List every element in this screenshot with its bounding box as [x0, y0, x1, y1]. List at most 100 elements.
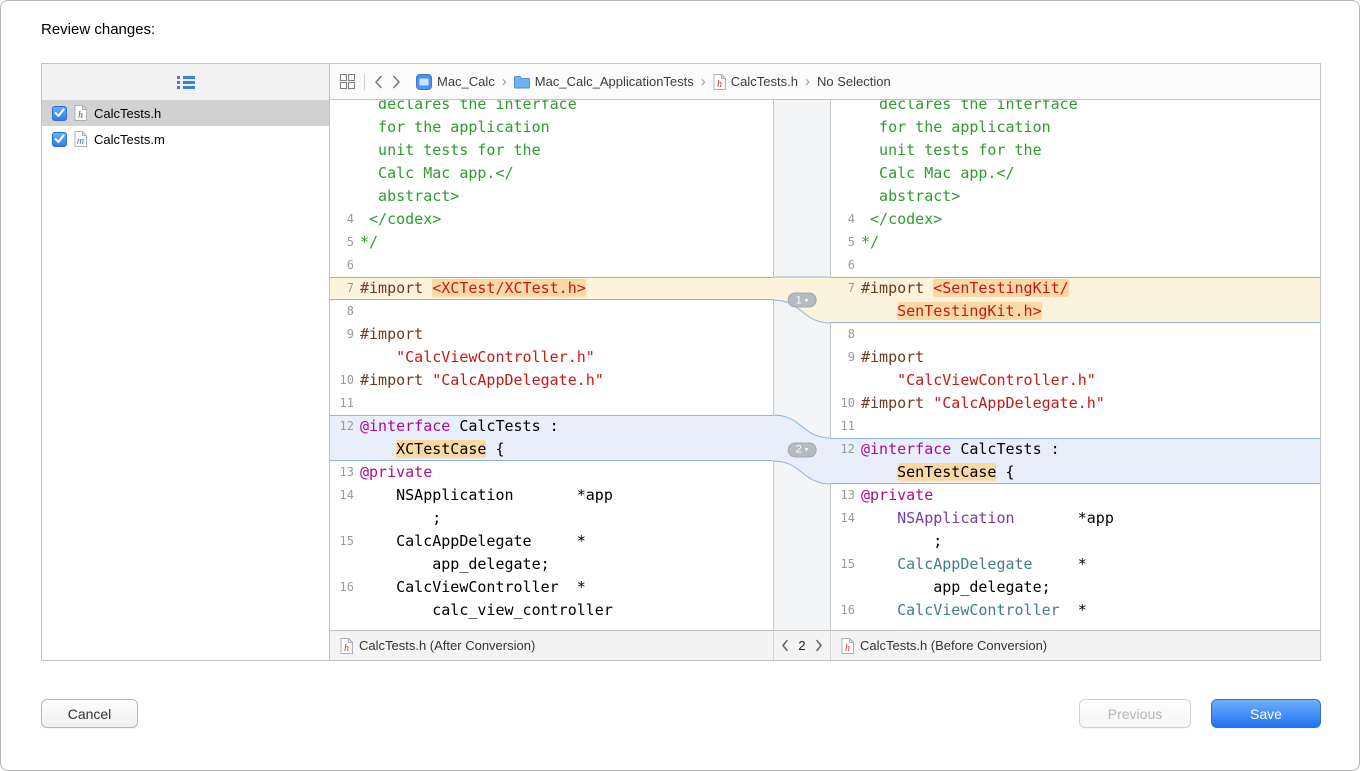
- code-line: 13@private: [330, 461, 773, 484]
- code-token: app_delegate;: [861, 578, 1051, 596]
- code-token: for the application: [360, 118, 550, 136]
- code-token: "CalcViewController.h": [396, 348, 595, 366]
- file-checkbox[interactable]: [52, 132, 67, 147]
- code-line: "CalcViewController.h": [831, 369, 1320, 392]
- code-line: 10#import "CalcAppDelegate.h": [831, 392, 1320, 415]
- code-token: *: [1060, 601, 1087, 619]
- code-line: 13@private: [831, 484, 1320, 507]
- code-token: #import: [360, 325, 423, 343]
- code-line: 11: [831, 415, 1320, 438]
- check-icon: [54, 134, 65, 144]
- code-line: 15 CalcAppDelegate *: [831, 553, 1320, 576]
- diff-pane-before[interactable]: declares the interface for the applicati…: [831, 100, 1320, 630]
- breadcrumb-item[interactable]: Mac_Calc: [416, 74, 495, 90]
- line-number: 4: [831, 208, 861, 231]
- after-file-name: CalcTests.h (After Conversion): [359, 638, 535, 653]
- code-line: 8: [330, 300, 773, 323]
- line-number: [831, 139, 861, 162]
- code-token: CalcAppDelegate *: [360, 532, 586, 550]
- cancel-button[interactable]: Cancel: [41, 699, 138, 728]
- code-token: CalcTests :: [951, 440, 1059, 458]
- code-line: 9#import: [330, 323, 773, 346]
- line-number: 7: [330, 277, 360, 300]
- code-line: SenTestingKit.h>: [831, 300, 1320, 323]
- line-number: 8: [330, 300, 360, 323]
- line-number: 14: [330, 484, 360, 507]
- code-token: *: [1033, 555, 1087, 573]
- code-line: 6: [831, 254, 1320, 277]
- code-token: unit tests for the: [861, 141, 1042, 159]
- forward-chevron-icon: [392, 75, 401, 89]
- code-token: @private: [861, 486, 933, 504]
- code-line: 4 </codex>: [330, 208, 773, 231]
- list-view-button[interactable]: [177, 76, 195, 89]
- next-change-chevron-icon: [815, 639, 823, 652]
- diff-pane-after[interactable]: declares the interface for the applicati…: [330, 100, 773, 630]
- change-badge[interactable]: 1▾: [788, 293, 817, 308]
- code-token: #import: [861, 279, 933, 297]
- change-badge[interactable]: 2▾: [788, 442, 817, 457]
- code-token: */: [360, 233, 378, 251]
- previous-button[interactable]: Previous: [1079, 699, 1191, 728]
- code-rows: declares the interface for the applicati…: [831, 100, 1320, 622]
- code-token: "CalcAppDelegate.h": [933, 394, 1105, 412]
- code-token: [861, 601, 897, 619]
- code-line: 7#import <SenTestingKit/: [831, 277, 1320, 300]
- code-line: 10#import "CalcAppDelegate.h": [330, 369, 773, 392]
- code-line: 5*/: [330, 231, 773, 254]
- code-line: app_delegate;: [330, 553, 773, 576]
- save-button[interactable]: Save: [1211, 699, 1321, 728]
- line-number: [330, 185, 360, 208]
- line-number: 12: [330, 415, 360, 438]
- code-token: CalcViewController: [897, 601, 1060, 619]
- file-checkbox[interactable]: [52, 106, 67, 121]
- code-line: SenTestCase {: [831, 461, 1320, 484]
- line-number: [330, 599, 360, 622]
- file-row[interactable]: mCalcTests.m: [42, 126, 329, 152]
- related-items-icon: [340, 74, 355, 89]
- line-number: [330, 100, 360, 116]
- code-line: 9#import: [831, 346, 1320, 369]
- breadcrumb: Mac_Calc›Mac_Calc_ApplicationTests›hCalc…: [416, 73, 891, 90]
- line-number: 16: [831, 599, 861, 622]
- forward-button[interactable]: [392, 75, 401, 89]
- next-change-button[interactable]: [815, 639, 823, 652]
- code-line: unit tests for the: [831, 139, 1320, 162]
- file-row[interactable]: hCalcTests.h: [42, 100, 329, 126]
- line-number: [831, 576, 861, 599]
- code-line: declares the interface: [330, 100, 773, 116]
- code-token: for the application: [861, 118, 1051, 136]
- line-number: 15: [330, 530, 360, 553]
- code-token: [861, 509, 897, 527]
- code-token: declares the interface: [861, 100, 1078, 113]
- line-number: 7: [831, 277, 861, 300]
- code-token: #import: [861, 394, 933, 412]
- line-number: [831, 162, 861, 185]
- line-number: 13: [330, 461, 360, 484]
- line-number: 10: [831, 392, 861, 415]
- code-token: </codex>: [861, 210, 942, 228]
- back-button[interactable]: [374, 75, 383, 89]
- breadcrumb-item[interactable]: Mac_Calc_ApplicationTests: [514, 74, 694, 89]
- line-number: [831, 461, 861, 484]
- code-line: XCTestCase {: [330, 438, 773, 461]
- before-file-icon-slot: h: [841, 638, 854, 654]
- code-token: #import: [360, 371, 432, 389]
- changed-token: SenTestCase: [897, 463, 996, 481]
- code-token: {: [486, 440, 504, 458]
- code-line: unit tests for the: [330, 139, 773, 162]
- code-token: CalcViewController *: [360, 578, 586, 596]
- code-line: 16 CalcViewController *: [831, 599, 1320, 622]
- line-number: 6: [831, 254, 861, 277]
- code-line: 6: [330, 254, 773, 277]
- code-token: calc_view_controller: [360, 601, 613, 619]
- line-number: [330, 507, 360, 530]
- previous-change-button[interactable]: [781, 639, 789, 652]
- code-line: ;: [831, 530, 1320, 553]
- breadcrumb-item[interactable]: No Selection: [817, 74, 891, 89]
- breadcrumb-item[interactable]: hCalcTests.h: [713, 74, 798, 90]
- related-items-button[interactable]: [340, 74, 355, 89]
- code-token: abstract>: [360, 187, 459, 205]
- line-number: 9: [330, 323, 360, 346]
- code-token: </codex>: [360, 210, 441, 228]
